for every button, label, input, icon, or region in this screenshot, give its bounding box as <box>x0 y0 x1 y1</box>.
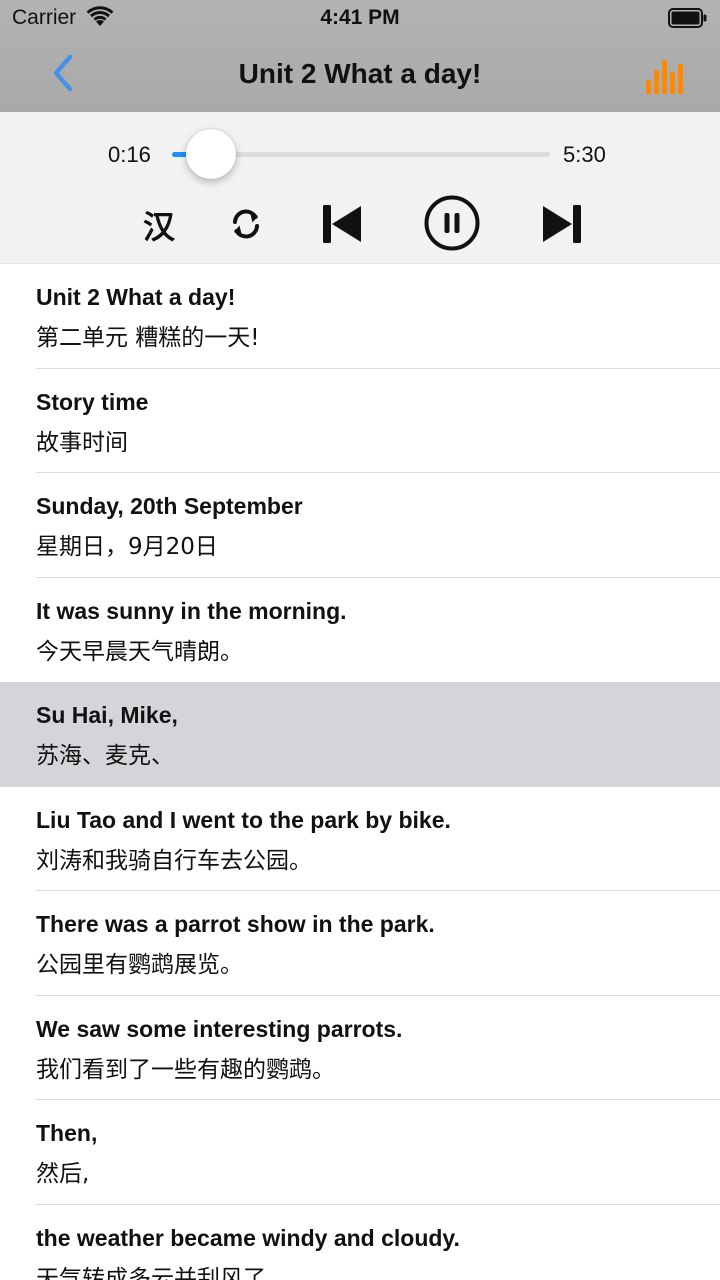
sentence-english: Liu Tao and I went to the park by bike. <box>36 806 451 833</box>
loop-icon <box>229 207 263 246</box>
sentence-chinese: 我们看到了一些有趣的鹦鹉。 <box>36 1056 335 1083</box>
sentence-row[interactable]: Story time 故事时间 <box>0 368 720 473</box>
sentence-english: It was sunny in the morning. <box>36 597 347 624</box>
chevron-left-icon <box>51 54 75 97</box>
sentence-row[interactable]: We saw some interesting parrots. 我们看到了一些有… <box>0 995 720 1100</box>
pause-button[interactable] <box>423 194 481 257</box>
sentence-row[interactable]: It was sunny in the morning. 今天早晨天气晴朗。 <box>0 577 720 682</box>
nav-bar: Unit 2 What a day! <box>0 40 720 112</box>
sentence-row[interactable]: There was a parrot show in the park. 公园里有… <box>0 891 720 996</box>
sentence-chinese: 第二单元 糟糕的一天! <box>36 325 260 351</box>
sentence-list: Unit 2 What a day! 第二单元 糟糕的一天! Story time 故… <box>0 264 720 1280</box>
sentence-chinese: 星期日，9月20日 <box>36 534 218 560</box>
pause-icon <box>423 194 481 257</box>
sentence-row[interactable]: Su Hai, Mike, 苏海、麦克、 <box>0 682 720 787</box>
sentence-english: Then, <box>36 1120 98 1146</box>
total-time: 5:30 <box>563 142 606 167</box>
skip-previous-icon <box>321 203 363 250</box>
sentence-chinese: 故事时间 <box>36 429 128 456</box>
sentence-english: We saw some interesting parrots. <box>36 1015 403 1042</box>
back-button[interactable] <box>40 52 86 98</box>
sentence-row[interactable]: Liu Tao and I went to the park by bike. 刘… <box>0 786 720 891</box>
sentence-chinese: 然后, <box>36 1161 90 1187</box>
sentence-row[interactable]: Then, 然后, <box>0 1100 720 1205</box>
sentence-english: Unit 2 What a day! <box>36 284 236 310</box>
skip-next-icon <box>541 203 583 250</box>
sentence-chinese: 刘涛和我骑自行车去公园。 <box>36 847 312 874</box>
sentence-english: There was a parrot show in the park. <box>36 911 435 937</box>
audio-player: 0:16 5:30 汉 <box>0 112 720 264</box>
playlist-button[interactable] <box>644 52 690 98</box>
current-time: 0:16 <box>108 142 151 167</box>
next-button[interactable] <box>538 202 586 250</box>
status-time: 4:41 PM <box>320 6 400 29</box>
status-bar: Carrier 4:41 PM <box>0 0 720 40</box>
sentence-english: Sunday, 20th September <box>36 493 303 519</box>
bar-chart-icon <box>644 60 690 102</box>
sentence-chinese: 今天早晨天气晴朗。 <box>36 638 243 665</box>
sentence-english: Su Hai, Mike, <box>36 702 178 728</box>
sentence-row[interactable]: Unit 2 What a day! 第二单元 糟糕的一天! <box>0 264 720 369</box>
header: Carrier 4:41 PM Unit 2 What a day! <box>0 0 720 112</box>
chinese-toggle-button[interactable]: 汉 <box>136 202 182 248</box>
sentence-chinese: 苏海、麦克、 <box>36 743 174 769</box>
progress-slider-thumb[interactable] <box>186 129 237 179</box>
sentence-chinese: 天气转成多云并刮风了。 <box>36 1265 289 1280</box>
sentence-row[interactable]: Sunday, 20th September 星期日，9月20日 <box>0 473 720 578</box>
battery-icon <box>668 8 708 33</box>
previous-button[interactable] <box>318 202 366 250</box>
page-title: Unit 2 What a day! <box>238 58 482 89</box>
sentence-english: Story time <box>36 388 149 415</box>
sentence-chinese: 公园里有鹦鹉展览。 <box>36 952 243 978</box>
sentence-english: the weather became windy and cloudy. <box>36 1224 460 1251</box>
sentence-row[interactable]: the weather became windy and cloudy. 天气转成… <box>0 1204 720 1280</box>
loop-button[interactable] <box>224 204 268 248</box>
chinese-toggle-label: 汉 <box>142 208 175 246</box>
